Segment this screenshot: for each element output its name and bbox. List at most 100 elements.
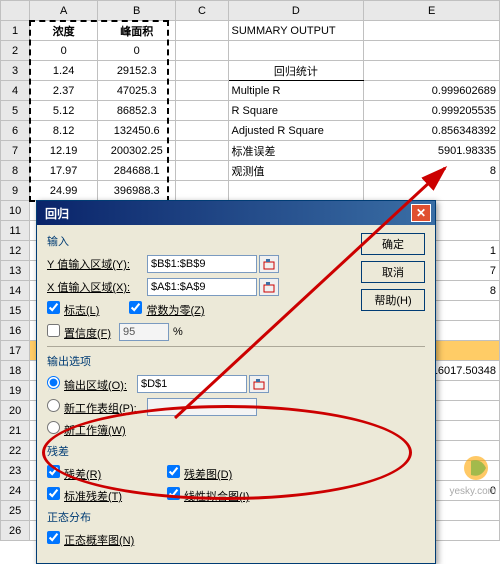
- cell[interactable]: 396988.3: [98, 181, 176, 201]
- std-residuals-checkbox[interactable]: 标准残差(T): [47, 487, 167, 504]
- refedit-icon[interactable]: [259, 278, 279, 296]
- cell[interactable]: 284688.1: [98, 161, 176, 181]
- row-header[interactable]: 9: [1, 181, 30, 201]
- row-header[interactable]: 12: [1, 241, 30, 261]
- x-range-input[interactable]: [147, 278, 257, 296]
- cell[interactable]: [176, 21, 228, 41]
- cell[interactable]: 0: [98, 41, 176, 61]
- cell[interactable]: 5901.98335: [364, 141, 500, 161]
- row-header[interactable]: 7: [1, 141, 30, 161]
- cell[interactable]: [176, 141, 228, 161]
- row-header[interactable]: 17: [1, 341, 30, 361]
- row-header[interactable]: 21: [1, 421, 30, 441]
- cell[interactable]: [364, 41, 500, 61]
- help-button[interactable]: 帮助(H): [361, 289, 425, 311]
- residual-plot-checkbox[interactable]: 残差图(D): [167, 465, 232, 482]
- cell[interactable]: [364, 181, 500, 201]
- row-header[interactable]: 19: [1, 381, 30, 401]
- cell[interactable]: [228, 181, 364, 201]
- row-header[interactable]: 15: [1, 301, 30, 321]
- cell[interactable]: [364, 61, 500, 81]
- row-header[interactable]: 16: [1, 321, 30, 341]
- col-header[interactable]: E: [364, 1, 500, 21]
- cell[interactable]: [228, 41, 364, 61]
- output-range-radio[interactable]: 输出区域(O):: [47, 376, 127, 393]
- row-header[interactable]: 1: [1, 21, 30, 41]
- confidence-input[interactable]: [119, 323, 169, 341]
- labels-checkbox[interactable]: 标志(L): [47, 301, 99, 318]
- cell[interactable]: 24.99: [30, 181, 98, 201]
- cell[interactable]: [364, 21, 500, 41]
- row-header[interactable]: 3: [1, 61, 30, 81]
- cell[interactable]: 2.37: [30, 81, 98, 101]
- row-header[interactable]: 25: [1, 501, 30, 521]
- cell[interactable]: 峰面积: [98, 21, 176, 41]
- cell[interactable]: R Square: [228, 101, 364, 121]
- new-workbook-radio[interactable]: 新工作簿(W): [47, 421, 126, 438]
- row-header[interactable]: 4: [1, 81, 30, 101]
- row-header[interactable]: 13: [1, 261, 30, 281]
- refedit-icon[interactable]: [259, 255, 279, 273]
- row-header[interactable]: 10: [1, 201, 30, 221]
- row-header[interactable]: 23: [1, 461, 30, 481]
- row-header[interactable]: 11: [1, 221, 30, 241]
- row-header[interactable]: 24: [1, 481, 30, 501]
- residuals-checkbox[interactable]: 残差(R): [47, 465, 167, 482]
- normal-prob-plot-checkbox[interactable]: 正态概率图(N): [47, 531, 134, 548]
- output-range-input[interactable]: [137, 375, 247, 393]
- new-worksheet-input[interactable]: [147, 398, 257, 416]
- row-header[interactable]: 18: [1, 361, 30, 381]
- cell[interactable]: 回归统计: [228, 61, 364, 81]
- cell[interactable]: [176, 81, 228, 101]
- row-header[interactable]: 2: [1, 41, 30, 61]
- cell[interactable]: 0: [30, 41, 98, 61]
- cell[interactable]: 8.12: [30, 121, 98, 141]
- col-header[interactable]: D: [228, 1, 364, 21]
- cell[interactable]: 86852.3: [98, 101, 176, 121]
- cell[interactable]: 132450.6: [98, 121, 176, 141]
- cell[interactable]: 200302.25: [98, 141, 176, 161]
- cell[interactable]: SUMMARY OUTPUT: [228, 21, 364, 41]
- cancel-button[interactable]: 取消: [361, 261, 425, 283]
- row-header[interactable]: 5: [1, 101, 30, 121]
- cell[interactable]: 0.999602689: [364, 81, 500, 101]
- col-header[interactable]: A: [30, 1, 98, 21]
- titlebar[interactable]: 回归 ✕: [37, 201, 435, 225]
- row-header[interactable]: 20: [1, 401, 30, 421]
- cell[interactable]: 观测值: [228, 161, 364, 181]
- col-header[interactable]: B: [98, 1, 176, 21]
- cell[interactable]: [176, 101, 228, 121]
- cell[interactable]: 1.24: [30, 61, 98, 81]
- const-zero-checkbox[interactable]: 常数为零(Z): [129, 301, 204, 318]
- row-header[interactable]: 8: [1, 161, 30, 181]
- cell[interactable]: [176, 121, 228, 141]
- refedit-icon[interactable]: [249, 375, 269, 393]
- cell[interactable]: 0.999205535: [364, 101, 500, 121]
- cell[interactable]: [176, 61, 228, 81]
- cell[interactable]: 0.856348392: [364, 121, 500, 141]
- close-icon[interactable]: ✕: [411, 204, 431, 222]
- y-range-input[interactable]: [147, 255, 257, 273]
- cell[interactable]: Multiple R: [228, 81, 364, 101]
- corner-cell[interactable]: [1, 1, 30, 21]
- cell[interactable]: [176, 181, 228, 201]
- row-header[interactable]: 14: [1, 281, 30, 301]
- cell[interactable]: 8: [364, 161, 500, 181]
- confidence-checkbox[interactable]: 置信度(F): [47, 324, 111, 341]
- cell[interactable]: 5.12: [30, 101, 98, 121]
- cell[interactable]: 17.97: [30, 161, 98, 181]
- ok-button[interactable]: 确定: [361, 233, 425, 255]
- cell[interactable]: 浓度: [30, 21, 98, 41]
- row-header[interactable]: 26: [1, 521, 30, 541]
- new-worksheet-radio[interactable]: 新工作表组(P):: [47, 399, 137, 416]
- cell[interactable]: 标准误差: [228, 141, 364, 161]
- cell[interactable]: [176, 161, 228, 181]
- cell[interactable]: 47025.3: [98, 81, 176, 101]
- cell[interactable]: 29152.3: [98, 61, 176, 81]
- row-header[interactable]: 6: [1, 121, 30, 141]
- cell[interactable]: 12.19: [30, 141, 98, 161]
- line-fit-plot-checkbox[interactable]: 线性拟合图(I): [167, 487, 249, 504]
- cell[interactable]: [176, 41, 228, 61]
- col-header[interactable]: C: [176, 1, 228, 21]
- row-header[interactable]: 22: [1, 441, 30, 461]
